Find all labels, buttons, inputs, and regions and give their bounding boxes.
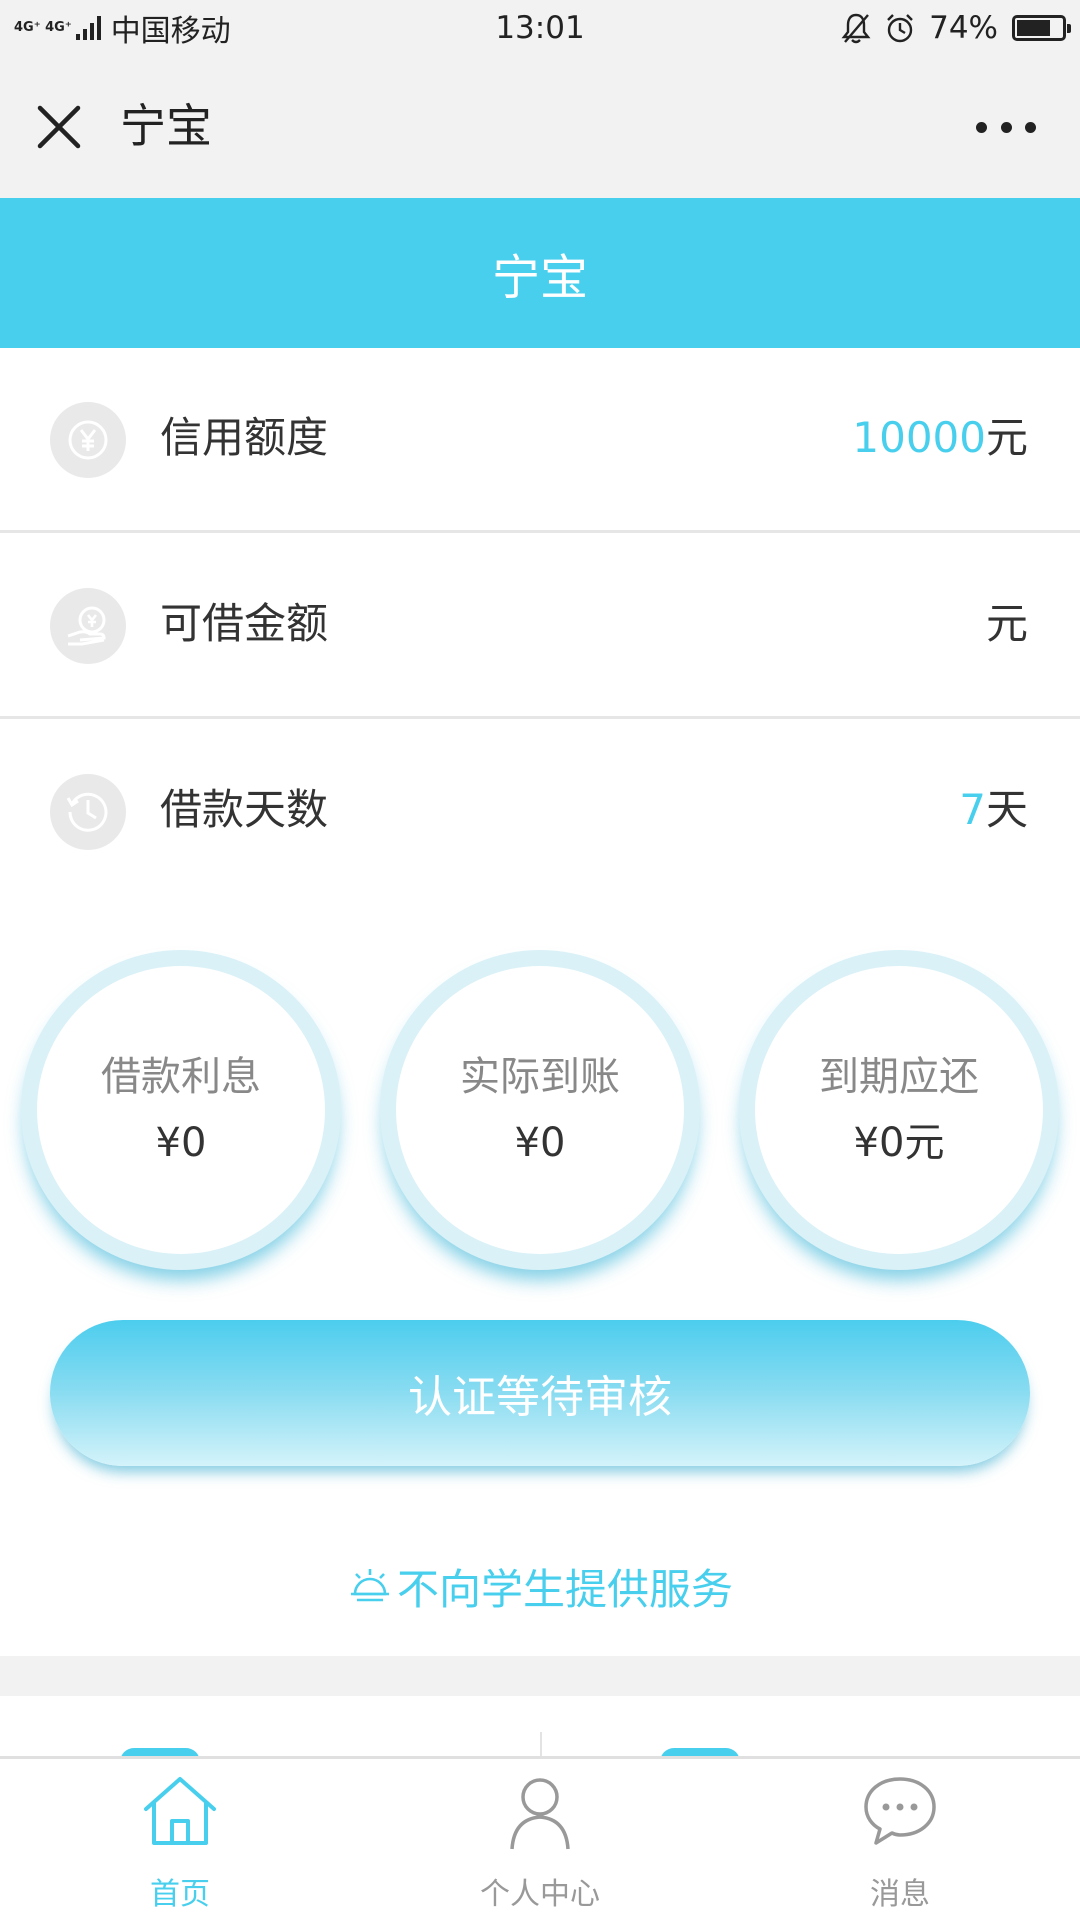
- person-icon: [510, 1778, 570, 1850]
- circle-label: 实际到账: [460, 1054, 620, 1100]
- row-value: 10000元: [852, 410, 1028, 466]
- credit-limit-row: 信用额度 10000元: [0, 348, 1080, 533]
- row-label: 可借金额: [160, 599, 329, 648]
- bell-icon: [350, 1568, 389, 1601]
- battery-fill: [1017, 20, 1050, 36]
- alarm-icon: [887, 14, 913, 43]
- more-dot: [1000, 121, 1012, 133]
- lower-card-divider: [540, 1732, 542, 1756]
- circle-inner: 借款利息 ¥0: [37, 966, 325, 1254]
- student-notice: 不向学生提供服务: [0, 1556, 1080, 1617]
- notice-text: 不向学生提供服务: [396, 1565, 733, 1614]
- home-icon: [144, 1777, 216, 1845]
- loan-days-row: 借款天数 7天: [0, 720, 1080, 905]
- available-amount-row: 可借金额 元: [0, 534, 1080, 719]
- section-separator: [0, 1656, 1080, 1696]
- hand-coin-icon: [50, 588, 126, 664]
- more-dot: [976, 121, 987, 133]
- tab-label: 个人中心: [480, 1877, 600, 1912]
- loan-interest-circle: 借款利息 ¥0: [21, 950, 341, 1270]
- nav-title: 宁宝: [120, 99, 212, 153]
- row-value-number: 7: [959, 785, 986, 834]
- page-header: 宁宝: [0, 198, 1080, 348]
- row-value-unit: 天: [985, 785, 1028, 834]
- due-repayment-circle: 到期应还 ¥0元: [739, 950, 1059, 1270]
- tab-profile[interactable]: 个人中心: [360, 1759, 720, 1920]
- tab-bar: 首页 个人中心 消息: [0, 1756, 1080, 1920]
- tab-label: 消息: [870, 1877, 930, 1912]
- actual-received-circle: 实际到账 ¥0: [380, 950, 700, 1270]
- circle-inner: 实际到账 ¥0: [396, 966, 684, 1254]
- status-bar: 4G⁺ 4G⁺ 中国移动 13:01 74%: [0, 0, 1080, 56]
- more-icon[interactable]: [976, 112, 1036, 142]
- battery-icon: [1012, 15, 1071, 41]
- row-value-unit: 元: [985, 413, 1028, 462]
- circle-label: 借款利息: [101, 1054, 261, 1100]
- chat-icon: [864, 1777, 936, 1845]
- row-label: 借款天数: [160, 785, 329, 834]
- tab-home[interactable]: 首页: [0, 1759, 360, 1920]
- clock-icon: [50, 774, 126, 850]
- close-icon[interactable]: [32, 100, 86, 154]
- circle-inner: 到期应还 ¥0元: [755, 966, 1043, 1254]
- tab-label: 首页: [150, 1877, 210, 1912]
- nav-bar: 宁宝: [0, 56, 1080, 198]
- circle-label: 到期应还: [819, 1054, 979, 1100]
- row-value: 元: [986, 596, 1028, 652]
- button-label: 认证等待审核: [408, 1372, 672, 1423]
- mute-bell-icon: [841, 13, 871, 44]
- row-value-number: 10000: [852, 413, 986, 462]
- row-label: 信用额度: [160, 413, 329, 462]
- more-dot: [1025, 121, 1036, 133]
- yen-coin-icon: [50, 402, 126, 478]
- verification-pending-button[interactable]: 认证等待审核: [50, 1320, 1030, 1466]
- row-value: 7天: [959, 782, 1028, 838]
- row-value-unit: 元: [985, 599, 1028, 648]
- tab-messages[interactable]: 消息: [720, 1759, 1080, 1920]
- battery-percent: 74%: [929, 10, 998, 46]
- circle-value: ¥0元: [853, 1120, 945, 1166]
- page-title: 宁宝: [491, 250, 588, 306]
- circle-value: ¥0: [155, 1120, 207, 1166]
- circle-value: ¥0: [514, 1120, 566, 1166]
- status-right: 74%: [841, 8, 1071, 48]
